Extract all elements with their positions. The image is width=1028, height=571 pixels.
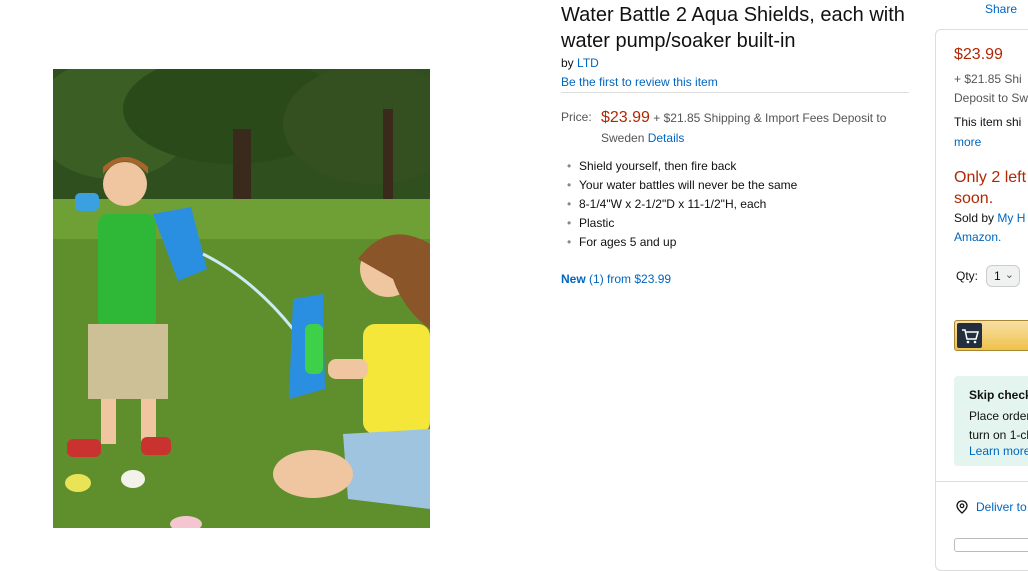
skip-line1: Place order xyxy=(969,409,1028,423)
qty-value: 1 xyxy=(994,269,1001,283)
product-image[interactable] xyxy=(53,69,430,528)
buy-box: $23.99 + $21.85 Shi Deposit to Sw This i… xyxy=(935,29,1028,571)
ships-text: This item shi xyxy=(954,115,1022,129)
deliver-label: Deliver to xyxy=(976,500,1027,514)
feature-bullets: Shield yourself, then fire back Your wat… xyxy=(561,157,797,252)
seller-link[interactable]: My H xyxy=(997,211,1025,225)
sold-by-prefix: Sold by xyxy=(954,211,995,225)
qty-label: Qty: xyxy=(956,269,979,283)
buybox-ships-info: This item shi more xyxy=(954,112,1028,152)
buybox-divider xyxy=(936,481,1028,482)
skip-title: Skip check xyxy=(969,388,1028,402)
divider xyxy=(561,92,909,93)
bullet-item: For ages 5 and up xyxy=(567,233,797,252)
skip-line2: turn on 1-cl xyxy=(969,428,1028,442)
qty-select[interactable]: 1 ⌄ xyxy=(986,265,1020,287)
new-offers-link[interactable]: New (1) from $23.99 xyxy=(561,272,671,286)
price-value: $23.99 xyxy=(601,109,650,126)
learn-more-link[interactable]: Learn more xyxy=(969,444,1028,458)
buybox-price: $23.99 xyxy=(954,46,1003,63)
byline: by LTD xyxy=(561,56,599,70)
buybox-shipping-line2: Deposit to Sw xyxy=(954,91,1028,105)
location-pin-icon xyxy=(956,500,968,517)
add-to-cart-button[interactable] xyxy=(954,320,1028,351)
cart-icon xyxy=(957,323,982,348)
new-label: New xyxy=(561,272,586,286)
buybox-shipping: + $21.85 Shi Deposit to Sw xyxy=(954,70,1028,108)
more-link[interactable]: more xyxy=(954,135,981,149)
stock-line2: soon. xyxy=(954,190,994,207)
price-block: $23.99 + $21.85 Shipping & Import Fees D… xyxy=(601,108,906,148)
stock-line1: Only 2 left xyxy=(954,169,1027,186)
review-link[interactable]: Be the first to review this item xyxy=(561,75,718,89)
bullet-item: Plastic xyxy=(567,214,797,233)
share-link[interactable]: Share xyxy=(985,2,1017,16)
bullet-item: 8-1/4"W x 2-1/2"D x 11-1/2"H, each xyxy=(567,195,797,214)
details-link[interactable]: Details xyxy=(648,131,685,145)
new-offers-count: (1) from $23.99 xyxy=(589,272,672,286)
bullet-item: Shield yourself, then fire back xyxy=(567,157,797,176)
skip-checkout-panel: Skip check Place order turn on 1-cl Lear… xyxy=(954,376,1028,466)
bullet-item: Your water battles will never be the sam… xyxy=(567,176,797,195)
buybox-bottom-control[interactable] xyxy=(954,538,1028,552)
skip-text: Place order turn on 1-cl xyxy=(969,407,1028,445)
by-prefix: by xyxy=(561,56,574,70)
stock-status: Only 2 left soon. xyxy=(954,167,1028,209)
buybox-shipping-line1: + $21.85 Shi xyxy=(954,72,1022,86)
brand-link[interactable]: LTD xyxy=(577,56,599,70)
amazon-link[interactable]: Amazon. xyxy=(954,230,1001,244)
chevron-down-icon: ⌄ xyxy=(1004,269,1014,281)
price-label: Price: xyxy=(561,110,592,124)
product-title: Water Battle 2 Aqua Shields, each with w… xyxy=(561,4,905,52)
sold-by: Sold by My H Amazon. xyxy=(954,209,1028,247)
